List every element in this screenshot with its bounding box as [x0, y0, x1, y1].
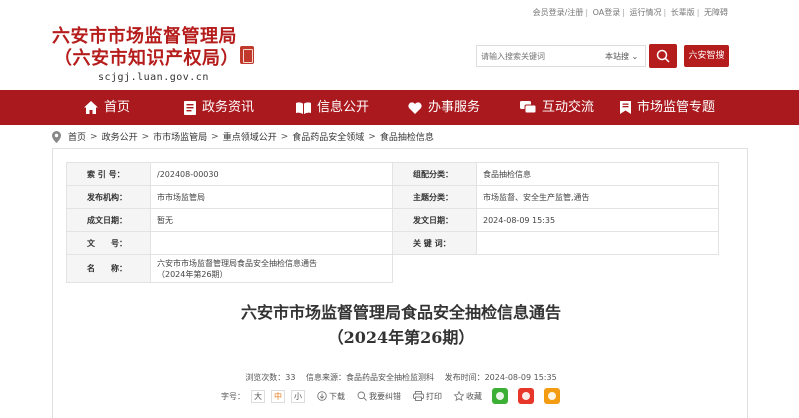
created-date-value: 暂无 — [150, 208, 393, 232]
star-icon — [454, 391, 464, 401]
doc-info-table: 索 引 号： /202408-00030 组配分类： 食品抽检信息 发布机构： … — [66, 162, 719, 283]
report-error-button[interactable]: 我要纠错 — [357, 391, 401, 402]
logo-url: scjgj.luan.gov.cn — [98, 72, 209, 83]
chat-icon — [520, 101, 536, 114]
doc-number-value — [150, 231, 393, 255]
info-source: 信息来源：食品药品安全抽检监测科 — [306, 373, 435, 382]
name-label: 名 称： — [66, 254, 151, 283]
nav-label-services: 办事服务 — [428, 100, 481, 115]
download-button[interactable]: 下载 — [317, 391, 345, 402]
name-value-line2: （2024年第26期） — [157, 269, 228, 279]
download-label: 下载 — [329, 391, 345, 401]
report-error-label: 我要纠错 — [369, 391, 401, 401]
category-label: 组配分类： — [392, 162, 477, 186]
nav-label-home: 首页 — [104, 100, 131, 115]
font-size-medium-button[interactable]: 中 — [271, 389, 285, 403]
nav-item-news[interactable]: 政务资讯 — [184, 90, 254, 125]
name-value-line1: 六安市市场监督管理局食品安全抽检信息通告 — [157, 258, 317, 268]
home-icon — [84, 101, 98, 114]
topic-label: 主题分类： — [392, 185, 477, 209]
status-link[interactable]: 运行情况 — [630, 8, 662, 17]
breadcrumb-food-drug[interactable]: 食品药品安全领域 — [292, 130, 364, 143]
font-size-large-button[interactable]: 大 — [251, 389, 265, 403]
logo-title: 六安市市场监督管理局 — [52, 26, 237, 47]
nav-item-interaction[interactable]: 互动交流 — [520, 90, 594, 125]
font-size-small-button[interactable]: 小 — [291, 389, 305, 403]
view-count: 浏览次数：33 — [245, 373, 296, 382]
nav-label-news: 政务资讯 — [202, 100, 255, 115]
smart-search-button[interactable]: 六安智搜 — [684, 45, 729, 67]
search-icon — [357, 391, 367, 401]
site-logo[interactable]: 六安市市场监督管理局 （六安市知识产权局） scjgj.luan.gov.cn — [52, 26, 239, 83]
favorite-label: 收藏 — [466, 391, 482, 401]
article-title: 六安市市场监督管理局食品安全抽检信息通告 — [240, 303, 561, 322]
favorite-button[interactable]: 收藏 — [454, 391, 482, 402]
index-label: 索 引 号： — [66, 162, 151, 186]
print-label: 打印 — [426, 391, 442, 401]
breadcrumb-home[interactable]: 首页 — [68, 130, 86, 143]
doc-number-label: 文 号： — [66, 231, 151, 255]
article-tools: 字号： 大 中 小 下载 我要纠错 打印 收藏 — [221, 388, 560, 404]
breadcrumb-gov-open[interactable]: 政务公开 — [102, 130, 138, 143]
search-button[interactable] — [649, 44, 677, 68]
document-icon — [184, 100, 196, 115]
created-date-label: 成文日期： — [66, 208, 151, 232]
location-pin-icon — [52, 130, 61, 143]
nav-label-disclosure: 信息公开 — [317, 100, 370, 115]
nav-item-supervision[interactable]: 市场监管专题 — [620, 90, 715, 125]
breadcrumb-current[interactable]: 食品抽检信息 — [380, 130, 434, 143]
name-value: 六安市市场监督管理局食品安全抽检信息通告 （2024年第26期） — [150, 254, 393, 283]
keywords-label: 关 键 词： — [392, 231, 477, 255]
logo-subtitle: （六安市知识产权局） — [54, 48, 239, 69]
article-subtitle: （2024年第26期） — [327, 328, 475, 347]
nav-item-home[interactable]: 首页 — [84, 90, 130, 125]
index-value: /202408-00030 — [150, 162, 393, 186]
org-value: 市市场监管局 — [150, 185, 393, 209]
accessibility-link[interactable]: 无障碍 — [704, 8, 728, 17]
search-icon — [656, 49, 670, 63]
main-nav: 首页 政务资讯 信息公开 办事服务 互动交流 市场监管专题 — [0, 90, 799, 125]
search-scope-select[interactable]: 本站搜 ⌄ — [605, 51, 638, 62]
login-link[interactable]: 会员登录/注册 — [533, 8, 584, 17]
book-icon — [296, 101, 311, 114]
font-size-label: 字号： — [221, 391, 245, 401]
breadcrumb-bureau[interactable]: 市市场监管局 — [153, 130, 207, 143]
seal-icon — [240, 46, 254, 64]
site-header: 会员登录/注册 | OA登录 | 运行情况 | 长辈版 | 无障碍 六安市市场监督管理局… — [0, 0, 799, 90]
nav-item-services[interactable]: 办事服务 — [408, 90, 480, 125]
bookmark-icon — [620, 101, 631, 114]
qzone-share-icon[interactable] — [544, 388, 560, 404]
topic-value: 市场监督、安全生产监管,通告 — [476, 185, 719, 209]
search-input[interactable] — [477, 46, 595, 66]
nav-item-disclosure[interactable]: 信息公开 — [296, 90, 369, 125]
heart-icon — [408, 101, 422, 114]
nav-label-interaction: 互动交流 — [542, 100, 595, 115]
published-date-label: 发文日期： — [392, 208, 477, 232]
print-button[interactable]: 打印 — [413, 391, 442, 402]
download-icon — [317, 391, 327, 401]
search-box: 本站搜 ⌄ — [476, 45, 646, 67]
elder-mode-link[interactable]: 长辈版 — [671, 8, 695, 17]
org-label: 发布机构： — [66, 185, 151, 209]
published-date-value: 2024-08-09 15:35 — [476, 208, 719, 232]
keywords-value — [476, 231, 719, 255]
top-links: 会员登录/注册 | OA登录 | 运行情况 | 长辈版 | 无障碍 — [532, 8, 728, 17]
nav-label-supervision: 市场监管专题 — [637, 100, 716, 115]
category-value: 食品抽检信息 — [476, 162, 719, 186]
oa-login-link[interactable]: OA登录 — [593, 8, 621, 17]
breadcrumb: 首页 > 政务公开 > 市市场监管局 > 重点领域公开 > 食品药品安全领域 > 食品抽检… — [52, 130, 434, 143]
article-meta: 浏览次数：33 信息来源：食品药品安全抽检监测科 发布时间：2024-08-09… — [53, 372, 749, 383]
wechat-share-icon[interactable] — [492, 388, 508, 404]
print-icon — [413, 391, 424, 401]
weibo-share-icon[interactable] — [518, 388, 534, 404]
breadcrumb-key-areas[interactable]: 重点领域公开 — [223, 130, 277, 143]
article-panel: 索 引 号： /202408-00030 组配分类： 食品抽检信息 发布机构： … — [52, 148, 748, 418]
publish-time: 发布时间：2024-08-09 15:35 — [444, 373, 557, 382]
